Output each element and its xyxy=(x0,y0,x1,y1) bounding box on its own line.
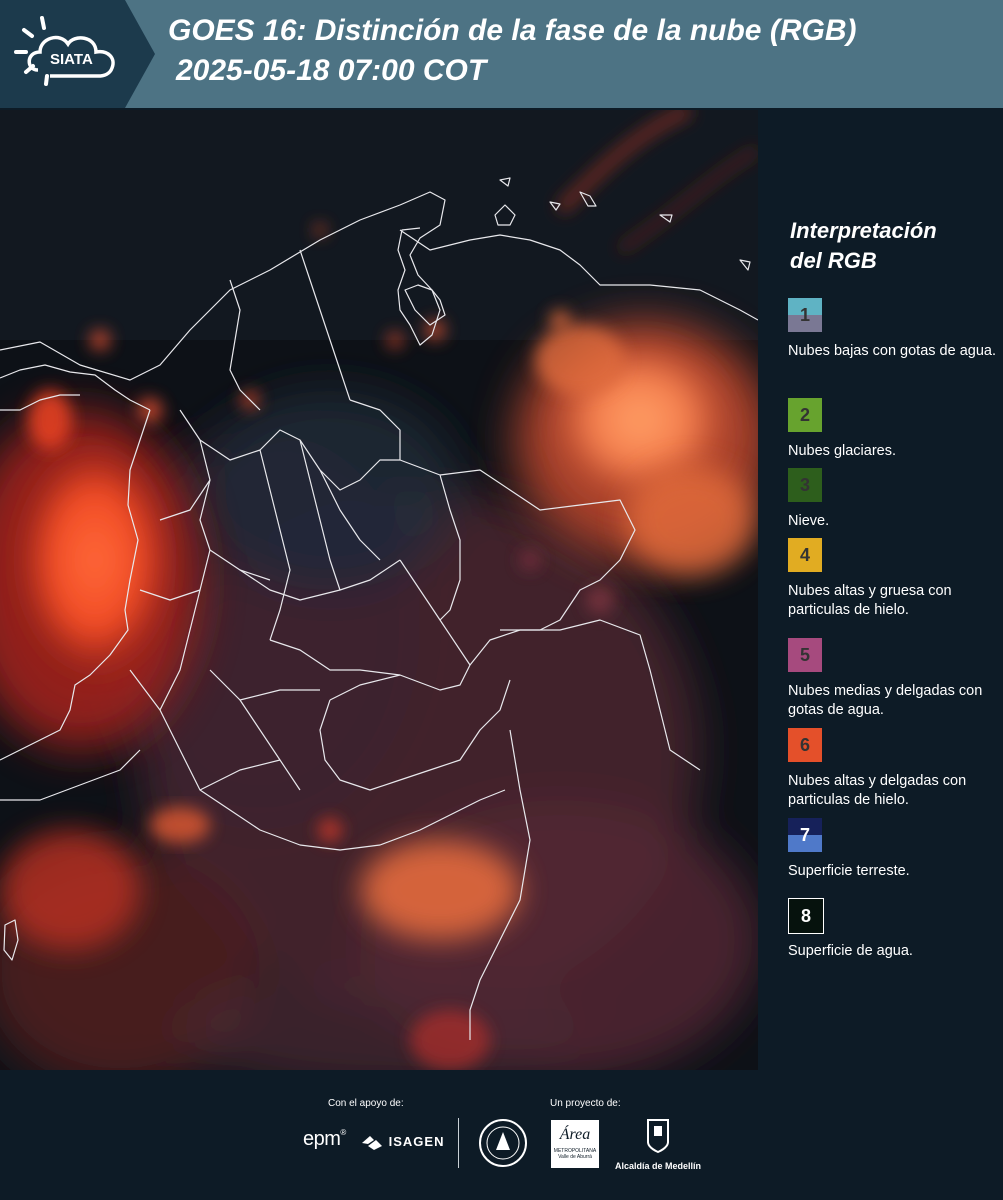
legend-label: Nubes altas y gruesa con particulas de h… xyxy=(788,583,952,618)
legend-label: Nubes medias y delgadas con gotas de agu… xyxy=(788,683,983,718)
legend-swatch-number: 2 xyxy=(799,404,810,425)
project-label: Un proyecto de: xyxy=(550,1098,621,1109)
alcaldia-medellin-logo: Alcaldía de Medellín xyxy=(613,1118,703,1171)
legend-swatch: 4 xyxy=(788,538,822,572)
legend-swatch: 6 xyxy=(788,728,822,762)
header-bar: SIATA GOES 16: Distinción de la fase de … xyxy=(0,0,1003,108)
satellite-rgb-map xyxy=(0,110,758,1070)
siata-logo-graphic: SIATA xyxy=(0,0,155,108)
footer-divider xyxy=(458,1118,459,1168)
medellin-logo-text: Alcaldía de Medellín xyxy=(614,1161,702,1171)
legend-swatch: 3 xyxy=(788,468,822,502)
legend-swatch: 5 xyxy=(788,638,822,672)
legend-swatch-number: 3 xyxy=(799,474,810,495)
epm-logo: epm® xyxy=(303,1128,346,1150)
epm-logo-text: epm xyxy=(303,1128,341,1150)
legend-swatch-number: 6 xyxy=(799,734,810,755)
legend-title: Interpretación del RGB xyxy=(790,216,990,276)
area-logo-line3: Valle de Aburrá xyxy=(558,1154,592,1160)
legend-swatch: 1 xyxy=(788,298,822,332)
legend-swatch: 8 xyxy=(788,898,824,934)
university-seal-icon xyxy=(479,1119,527,1167)
legend-swatch-number: 7 xyxy=(799,824,810,845)
map-timestamp: 2025-05-18 07:00 COT xyxy=(176,54,487,87)
legend-swatch-number: 4 xyxy=(799,544,810,565)
legend-label: Superficie terreste. xyxy=(788,863,910,879)
isagen-logo-text: ISAGEN xyxy=(388,1134,445,1149)
satellite-image xyxy=(0,110,758,1070)
isagen-logo: ISAGEN xyxy=(362,1134,444,1150)
legend-swatch: 2 xyxy=(788,398,822,432)
legend-swatch-number: 1 xyxy=(799,304,810,325)
legend-title-line2: del RGB xyxy=(790,248,877,273)
siata-logo: SIATA xyxy=(0,0,155,108)
isagen-mark-icon xyxy=(362,1135,382,1150)
legend-label: Nubes glaciares. xyxy=(788,443,896,459)
area-logo-word: Área xyxy=(559,1126,591,1143)
medellin-shield-icon xyxy=(647,1119,669,1154)
map-title: GOES 16: Distinción de la fase de la nub… xyxy=(168,14,857,47)
legend-label: Nubes bajas con gotas de agua. xyxy=(788,343,996,359)
legend-label: Nubes altas y delgadas con particulas de… xyxy=(788,773,967,808)
legend-panel: Interpretación del RGB 1 Nubes bajas con … xyxy=(760,110,1003,1070)
footer: Con el apoyo de: Un proyecto de: epm® IS… xyxy=(0,1070,1003,1200)
university-seal xyxy=(478,1118,528,1173)
logo-text: SIATA xyxy=(50,51,93,68)
legend-swatch-number: 5 xyxy=(799,644,810,665)
legend-label: Nieve. xyxy=(788,513,830,529)
support-label: Con el apoyo de: xyxy=(328,1098,404,1109)
legend-title-line1: Interpretación xyxy=(790,218,937,243)
legend-swatch: 7 xyxy=(788,818,822,852)
area-metropolitana-logo: Área METROPOLITANA Valle de Aburrá xyxy=(551,1120,599,1168)
legend-swatch-number: 8 xyxy=(800,905,811,926)
legend-label: Superficie de agua. xyxy=(788,943,913,959)
